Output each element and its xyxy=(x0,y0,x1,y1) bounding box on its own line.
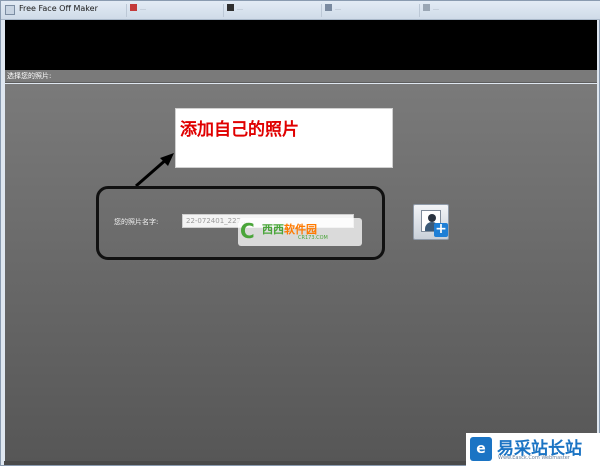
title-bar: Free Face Off Maker … … … … xyxy=(1,1,600,20)
annotation-text: 添加自己的照片 xyxy=(180,120,299,140)
watermark-corner-logo: e xyxy=(470,437,492,461)
add-photo-button[interactable]: + xyxy=(413,204,449,240)
window-bottom-edge xyxy=(4,461,466,465)
app-icon xyxy=(5,5,15,15)
select-photo-label: 选择您的照片: xyxy=(7,72,52,80)
top-preview-band xyxy=(5,20,597,70)
tab-favicon-icon xyxy=(227,4,234,11)
watermark-logo: C xyxy=(240,219,255,243)
watermark-corner-url: Www.Easck.Com Webmaster xyxy=(498,455,570,461)
background-tab[interactable]: … xyxy=(126,4,221,17)
watermark-url: CR173.COM xyxy=(298,235,328,241)
watermark-center: C 西西软件园 CR173.COM xyxy=(238,218,362,246)
plus-icon: + xyxy=(434,221,448,237)
background-tab[interactable]: … xyxy=(419,4,514,17)
background-tab[interactable]: … xyxy=(223,4,318,17)
annotation-arrow xyxy=(135,153,174,188)
prompt-strip: 选择您的照片: xyxy=(5,70,597,83)
watermark-corner: e 易采站长站 Www.Easck.Com Webmaster xyxy=(466,433,600,466)
annotation-callout: 添加自己的照片 xyxy=(175,108,393,168)
tab-favicon-icon xyxy=(325,4,332,11)
tab-favicon-icon xyxy=(130,4,137,11)
window-title: Free Face Off Maker xyxy=(19,4,98,13)
background-tab[interactable]: … xyxy=(321,4,416,17)
photo-name-label: 您的照片名字: xyxy=(114,218,159,226)
tab-favicon-icon xyxy=(423,4,430,11)
